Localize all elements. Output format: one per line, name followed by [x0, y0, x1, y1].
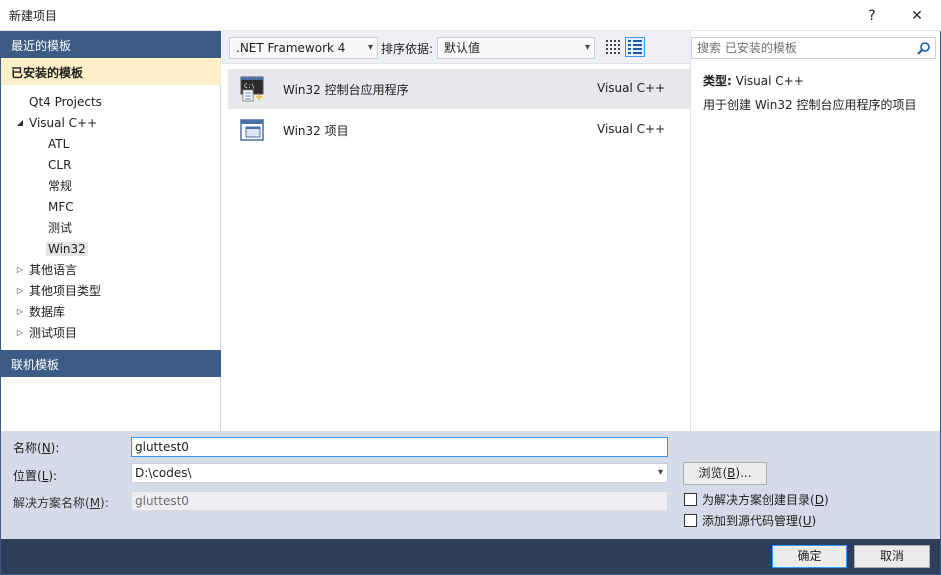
help-button[interactable]: ?	[852, 0, 892, 31]
console-app-icon: C:\ +	[240, 76, 264, 103]
location-input[interactable]: D:\codes\ ▾	[131, 463, 668, 483]
project-form: 名称(N): gluttest0 位置(L): D:\codes\ ▾ 浏览(B…	[1, 431, 940, 539]
template-row-win32-project[interactable]: Win32 项目 Visual C++	[228, 110, 690, 150]
tree-item-clr[interactable]: CLR	[48, 155, 71, 175]
search-icon[interactable]	[917, 41, 931, 55]
tree-item-database[interactable]: ▷ 数据库	[17, 302, 66, 322]
details-view-button[interactable]	[625, 37, 645, 57]
name-label: 名称(N):	[13, 441, 60, 455]
expand-arrow-icon[interactable]: ▷	[15, 281, 25, 301]
chevron-down-icon[interactable]: ▾	[658, 464, 663, 482]
location-label: 位置(L):	[13, 469, 58, 483]
small-icons-view-icon	[606, 40, 620, 54]
sort-select-value: 默认值	[444, 41, 481, 55]
template-description: 用于创建 Win32 控制台应用程序的项目	[703, 98, 917, 112]
svg-text:C:\: C:\	[244, 83, 255, 90]
svg-text:+: +	[255, 92, 263, 103]
win32-project-icon	[240, 119, 264, 141]
tree-item-label: Visual C++	[29, 116, 98, 130]
tree-item-qt4-projects[interactable]: Qt4 Projects	[29, 92, 102, 112]
expand-arrow-icon[interactable]: ▷	[15, 260, 25, 280]
template-language: Visual C++	[597, 81, 666, 95]
checkbox-label: 为解决方案创建目录(D)	[702, 493, 829, 507]
template-type: 类型: Visual C++	[703, 72, 804, 89]
checkbox-label: 添加到源代码管理(U)	[702, 514, 817, 528]
tree-item-label: Qt4 Projects	[29, 95, 102, 109]
tree-item-label: 数据库	[29, 305, 66, 319]
template-list: C:\ + Win32 控制台应用程序 Visual C++ Win32 项目 …	[222, 64, 691, 431]
tree-item-label: 其他语言	[29, 263, 78, 277]
template-name: Win32 控制台应用程序	[283, 83, 409, 97]
tree-item-general[interactable]: 常规	[48, 176, 72, 196]
chevron-down-icon: ▾	[367, 42, 373, 53]
chevron-down-icon: ▾	[584, 42, 590, 53]
type-label: 类型:	[703, 74, 732, 88]
title-bar: 新建项目 ? ✕	[0, 0, 941, 31]
tree-item-test[interactable]: 测试	[48, 218, 72, 238]
sort-label: 排序依据:	[381, 42, 434, 56]
tree-item-atl[interactable]: ATL	[48, 134, 69, 154]
solution-name-input: gluttest0	[131, 491, 668, 511]
location-value: D:\codes\	[135, 466, 192, 480]
template-row-win32-console[interactable]: C:\ + Win32 控制台应用程序 Visual C++	[228, 69, 690, 109]
online-templates-header[interactable]: 联机模板	[1, 350, 221, 377]
details-panel: 搜索 已安装的模板 类型: Visual C++ 用于创建 Win32 控制台应…	[691, 31, 940, 431]
checkbox-box[interactable]	[684, 514, 697, 527]
expand-arrow-icon[interactable]: ▷	[15, 302, 25, 322]
checkbox-box[interactable]	[684, 493, 697, 506]
close-button[interactable]: ✕	[897, 0, 937, 31]
window-title: 新建项目	[9, 9, 58, 23]
template-sidebar: 最近的模板 已安装的模板 Qt4 Projects ◢ Visual C++ A…	[1, 31, 221, 431]
search-placeholder: 搜索 已安装的模板	[697, 41, 797, 55]
details-view-icon	[628, 40, 642, 54]
expand-arrow-icon[interactable]: ▷	[15, 323, 25, 343]
tree-item-label: Win32	[46, 242, 88, 256]
tree-item-label: 常规	[48, 179, 73, 193]
tree-item-mfc[interactable]: MFC	[48, 197, 74, 217]
tree-item-label: 测试项目	[29, 326, 78, 340]
solution-name-label: 解决方案名称(M):	[13, 496, 109, 510]
type-value: Visual C++	[735, 74, 804, 88]
tree-item-win32[interactable]: Win32	[46, 239, 88, 259]
tree-item-label: ATL	[48, 137, 70, 151]
tree-item-other-project-types[interactable]: ▷ 其他项目类型	[17, 281, 102, 301]
sort-select[interactable]: 默认值 ▾	[437, 37, 595, 59]
installed-templates-header[interactable]: 已安装的模板	[1, 58, 221, 85]
cancel-button[interactable]: 取消	[854, 545, 930, 568]
template-language: Visual C++	[597, 122, 666, 136]
dialog-footer: 确定 取消	[1, 539, 940, 574]
tree-item-label: 测试	[48, 221, 73, 235]
ok-button[interactable]: 确定	[772, 545, 847, 568]
template-name: Win32 项目	[283, 124, 349, 138]
template-toolbar: .NET Framework 4 ▾ 排序依据: 默认值 ▾	[222, 31, 691, 64]
recent-templates-header[interactable]: 最近的模板	[1, 31, 221, 58]
template-search-input[interactable]: 搜索 已安装的模板	[691, 37, 936, 59]
tree-item-label: 其他项目类型	[29, 284, 102, 298]
browse-button[interactable]: 浏览(B)...	[683, 462, 767, 485]
collapse-arrow-icon[interactable]: ◢	[15, 113, 25, 133]
tree-item-label: MFC	[48, 200, 74, 214]
tree-item-visual-cpp[interactable]: ◢ Visual C++	[17, 113, 98, 133]
tree-item-label: CLR	[48, 158, 72, 172]
framework-select[interactable]: .NET Framework 4 ▾	[229, 37, 378, 59]
tree-item-other-languages[interactable]: ▷ 其他语言	[17, 260, 78, 280]
small-icons-view-button[interactable]	[603, 37, 623, 57]
name-input[interactable]: gluttest0	[131, 437, 668, 457]
framework-select-value: .NET Framework 4	[236, 41, 346, 55]
tree-item-test-projects[interactable]: ▷ 测试项目	[17, 323, 78, 343]
